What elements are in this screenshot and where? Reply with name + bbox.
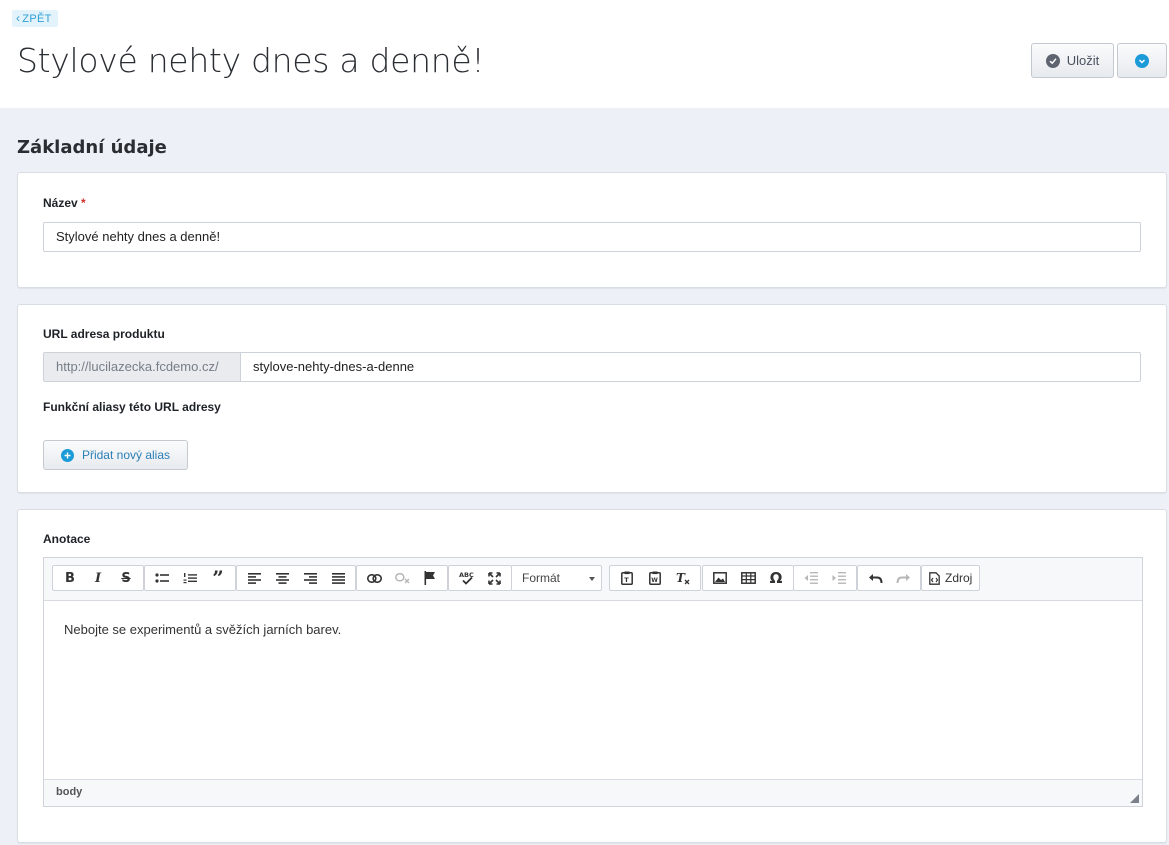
page-title: Stylové nehty dnes a denně! bbox=[17, 41, 485, 80]
more-actions-button[interactable] bbox=[1117, 43, 1167, 78]
bold-icon[interactable]: B bbox=[56, 566, 84, 590]
toolbar-group-history bbox=[857, 565, 921, 591]
align-justify-icon[interactable] bbox=[324, 566, 352, 590]
url-label: URL adresa produktu bbox=[43, 327, 165, 341]
add-alias-label: Přidat nový alias bbox=[81, 448, 171, 462]
spellcheck-icon[interactable]: ABC bbox=[452, 566, 480, 590]
undo-icon[interactable] bbox=[861, 566, 889, 590]
top-bar: ‹ ZPĚT Stylové nehty dnes a denně! Uložit bbox=[0, 0, 1169, 108]
name-card: Název * Stylové nehty dnes a denně! bbox=[17, 172, 1167, 288]
editor-toolbar: B I S ” ABC Formát T W T Ω Zdroj bbox=[44, 558, 1142, 601]
image-icon[interactable] bbox=[706, 566, 734, 590]
annotation-card: Anotace B I S ” ABC Formát T W T Ω Zdroj… bbox=[17, 509, 1167, 843]
toolbar-group-basic: B I S bbox=[52, 565, 144, 591]
rich-text-editor: B I S ” ABC Formát T W T Ω Zdroj Nebojte… bbox=[43, 557, 1143, 807]
svg-text:W: W bbox=[651, 577, 658, 584]
save-label: Uložit bbox=[1066, 53, 1100, 68]
toolbar-group-align bbox=[236, 565, 356, 591]
source-icon bbox=[929, 571, 940, 585]
url-slug-input[interactable]: stylove-nehty-dnes-a-denne bbox=[240, 352, 1141, 382]
required-mark: * bbox=[81, 196, 86, 210]
svg-text:T: T bbox=[676, 571, 686, 585]
anchor-flag-icon[interactable] bbox=[416, 566, 444, 590]
align-left-icon[interactable] bbox=[240, 566, 268, 590]
element-path[interactable]: body bbox=[56, 786, 82, 798]
chevron-left-icon: ‹ bbox=[16, 11, 21, 25]
plus-icon bbox=[60, 448, 74, 462]
toolbar-group-lists: ” bbox=[144, 565, 236, 591]
table-icon[interactable] bbox=[734, 566, 762, 590]
caret-down-icon bbox=[589, 577, 595, 581]
toolbar-group-links bbox=[356, 565, 448, 591]
resize-handle-icon[interactable] bbox=[1130, 794, 1139, 803]
editor-statusbar: body bbox=[44, 779, 1142, 806]
add-alias-button[interactable]: Přidat nový alias bbox=[43, 440, 188, 470]
outdent-icon[interactable] bbox=[797, 566, 825, 590]
check-icon bbox=[1045, 53, 1060, 68]
chevron-down-icon bbox=[1135, 53, 1149, 68]
align-center-icon[interactable] bbox=[268, 566, 296, 590]
source-button[interactable]: Zdroj bbox=[921, 565, 981, 591]
toolbar-group-tools: ABC bbox=[448, 565, 512, 591]
toolbar-group-insert: Ω bbox=[702, 565, 794, 591]
indent-icon[interactable] bbox=[825, 566, 853, 590]
special-character-icon[interactable]: Ω bbox=[762, 566, 790, 590]
maximize-icon[interactable] bbox=[480, 566, 508, 590]
blockquote-icon[interactable]: ” bbox=[204, 566, 232, 590]
italic-icon[interactable]: I bbox=[84, 566, 112, 590]
paste-word-icon[interactable]: W bbox=[641, 566, 669, 590]
back-link[interactable]: ‹ ZPĚT bbox=[12, 10, 58, 27]
svg-text:T: T bbox=[624, 576, 629, 584]
align-right-icon[interactable] bbox=[296, 566, 324, 590]
name-label: Název * bbox=[43, 196, 86, 210]
save-button[interactable]: Uložit bbox=[1031, 43, 1114, 78]
bulleted-list-icon[interactable] bbox=[148, 566, 176, 590]
link-icon[interactable] bbox=[360, 566, 388, 590]
strikethrough-icon[interactable]: S bbox=[112, 566, 140, 590]
format-label: Formát bbox=[522, 571, 561, 585]
redo-icon[interactable] bbox=[889, 566, 917, 590]
format-select[interactable]: Formát bbox=[511, 565, 602, 591]
paste-text-icon[interactable]: T bbox=[613, 566, 641, 590]
url-card: URL adresa produktu http://lucilazecka.f… bbox=[17, 304, 1167, 493]
editor-content[interactable]: Nebojte se experimentů a svěžích jarních… bbox=[64, 622, 341, 637]
url-prefix: http://lucilazecka.fcdemo.cz/ bbox=[43, 352, 240, 382]
numbered-list-icon[interactable] bbox=[176, 566, 204, 590]
toolbar-group-indent bbox=[793, 565, 857, 591]
unlink-icon[interactable] bbox=[388, 566, 416, 590]
toolbar-group-paste: T W T bbox=[609, 565, 701, 591]
section-title: Základní údaje bbox=[17, 137, 167, 158]
back-label: ZPĚT bbox=[22, 13, 52, 25]
name-input[interactable]: Stylové nehty dnes a denně! bbox=[43, 222, 1141, 252]
annotation-label: Anotace bbox=[43, 532, 91, 546]
aliases-label: Funkční aliasy této URL adresy bbox=[43, 400, 221, 414]
name-label-text: Název bbox=[43, 196, 78, 210]
source-label: Zdroj bbox=[945, 571, 973, 585]
remove-format-icon[interactable]: T bbox=[669, 566, 697, 590]
